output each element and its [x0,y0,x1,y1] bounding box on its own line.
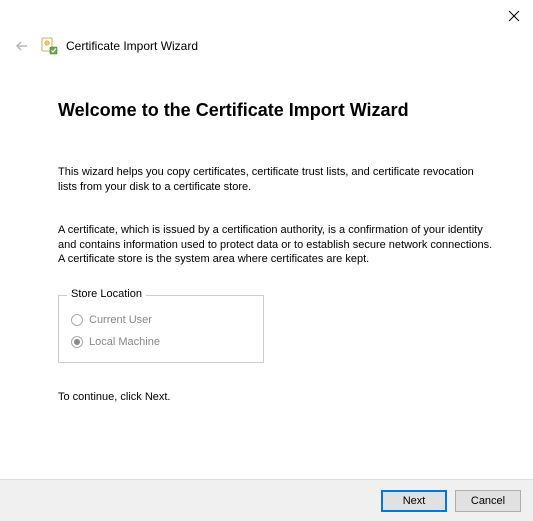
back-button [12,36,32,56]
cancel-button[interactable]: Cancel [455,490,521,512]
continue-text: To continue, click Next. [58,391,493,403]
store-location-legend: Store Location [67,288,146,300]
radio-icon [71,314,83,326]
next-button[interactable]: Next [381,490,447,512]
certificate-wizard-icon [40,37,58,55]
radio-dot-icon [74,339,80,345]
close-icon [508,10,520,22]
explain-paragraph: A certificate, which is issued by a cert… [58,223,493,268]
radio-label: Local Machine [89,336,160,348]
radio-local-machine: Local Machine [71,336,251,348]
radio-icon [71,336,83,348]
store-location-group: Store Location Current User Local Machin… [58,295,264,363]
wizard-content: Welcome to the Certificate Import Wizard… [58,100,493,403]
button-bar: Next Cancel [0,479,533,521]
radio-label: Current User [89,314,152,326]
close-button[interactable] [507,9,521,23]
wizard-header: Certificate Import Wizard [0,36,533,56]
intro-paragraph: This wizard helps you copy certificates,… [58,165,493,195]
wizard-title: Certificate Import Wizard [66,39,198,53]
page-heading: Welcome to the Certificate Import Wizard [58,100,493,121]
titlebar [0,0,533,32]
radio-current-user: Current User [71,314,251,326]
back-arrow-icon [14,38,30,54]
